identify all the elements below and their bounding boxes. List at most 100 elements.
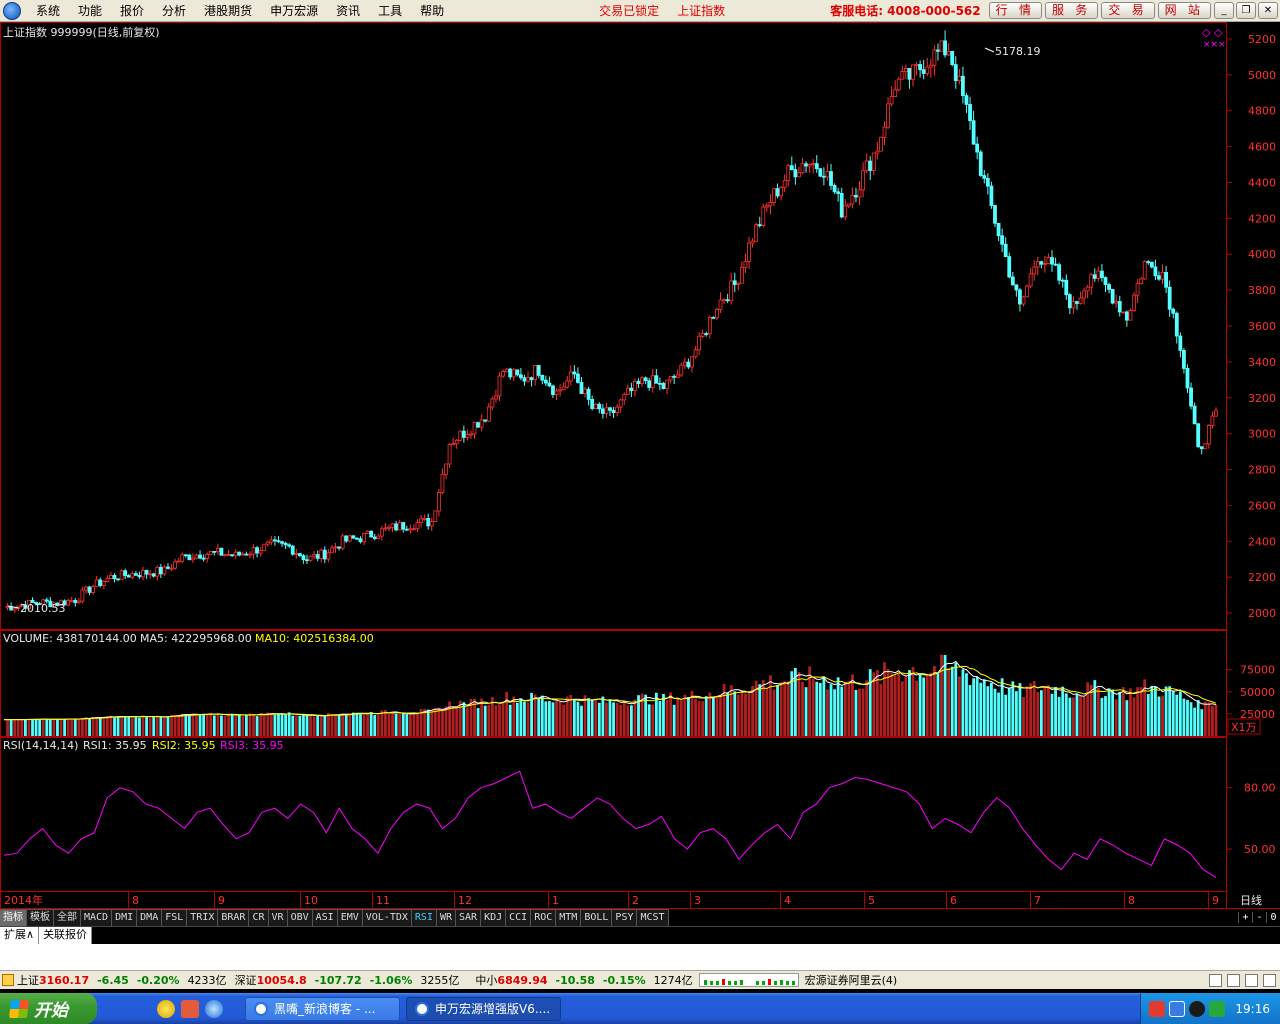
trade-button[interactable]: 交 易: [1101, 2, 1155, 19]
quicklaunch-media-icon[interactable]: [157, 999, 175, 1018]
candle-body: [483, 419, 488, 422]
candle-body: [365, 530, 370, 534]
volume-bar: [786, 681, 790, 736]
user-icon[interactable]: [1263, 973, 1276, 987]
indicator-tab-boll[interactable]: BOLL: [581, 909, 613, 926]
indicator-tab-rsi[interactable]: RSI: [411, 909, 437, 926]
menu-quote[interactable]: 报价: [111, 0, 153, 22]
indicator-tab-cr[interactable]: CR: [249, 909, 269, 926]
candle-body: [287, 544, 292, 547]
menu-news[interactable]: 资讯: [327, 0, 369, 22]
sh-name[interactable]: 上证: [17, 972, 39, 988]
security-icon[interactable]: [1189, 1000, 1206, 1017]
website-button[interactable]: 网 站: [1157, 2, 1211, 19]
menu-hk-futures[interactable]: 港股期货: [195, 0, 261, 22]
indicator-tab-dma[interactable]: DMA: [137, 909, 163, 926]
network-icon[interactable]: [1169, 1000, 1186, 1017]
volume-bar: [886, 668, 890, 736]
minimize-icon[interactable]: _: [1214, 2, 1234, 19]
volume-bar: [444, 706, 448, 736]
indicator-tab-kdj[interactable]: KDJ: [481, 909, 507, 926]
quicklaunch-browser-icon[interactable]: [205, 999, 223, 1018]
indicator-tab-mcst[interactable]: MCST: [637, 909, 669, 926]
zx-name[interactable]: 中小: [475, 972, 497, 988]
trade-locked-status[interactable]: 交易已锁定: [593, 2, 665, 19]
quicklaunch-desktop-icon[interactable]: [181, 999, 199, 1018]
volume-bar: [729, 685, 733, 736]
menu-analysis[interactable]: 分析: [153, 0, 195, 22]
indicator-tab-cci[interactable]: CCI: [506, 909, 532, 926]
indicator-tab-asi[interactable]: ASI: [312, 909, 338, 926]
tab-control-minus[interactable]: -: [1252, 912, 1266, 923]
volume-bar: [526, 702, 530, 736]
tab-control-zero[interactable]: 0: [1266, 912, 1280, 923]
indicator-tab-vr[interactable]: VR: [268, 909, 288, 926]
tab-control-plus[interactable]: +: [1238, 912, 1252, 923]
indicator-tab-wr[interactable]: WR: [436, 909, 457, 926]
menu-tools[interactable]: 工具: [369, 0, 411, 22]
task-trading-app[interactable]: 申万宏源增强版V6....: [406, 996, 561, 1021]
indicator-tab-指标[interactable]: 指标: [0, 909, 27, 926]
related-quote-tab[interactable]: 关联报价: [39, 927, 93, 944]
volume-bar: [412, 713, 416, 736]
menu-broker[interactable]: 申万宏源: [261, 0, 327, 22]
candle-body: [800, 163, 805, 174]
menu-function[interactable]: 功能: [69, 0, 111, 22]
current-index-status[interactable]: 上证指数: [671, 2, 731, 19]
close-icon[interactable]: ✕: [1258, 2, 1278, 19]
indicator-tab-fsl[interactable]: FSL: [162, 909, 188, 926]
task-browser[interactable]: 黑嘴_新浪博客 - ...: [245, 996, 400, 1021]
candle-body: [1042, 263, 1047, 265]
indicator-tab-全部[interactable]: 全部: [54, 909, 81, 926]
diamond-marker-icon[interactable]: ◇ ◇: [1202, 26, 1223, 39]
expand-tab[interactable]: 扩展∧: [0, 927, 40, 944]
market-button[interactable]: 行 情: [988, 2, 1042, 19]
candle-body: [797, 172, 801, 178]
menu-help[interactable]: 帮助: [411, 0, 453, 22]
broker-server[interactable]: 宏源证券阿里云(4): [805, 972, 898, 988]
indicator-tab-roc[interactable]: ROC: [531, 909, 557, 926]
indicator-tab-emv[interactable]: EMV: [337, 909, 363, 926]
volume-bar: [533, 694, 537, 736]
candle-body: [126, 575, 131, 578]
volume-bar: [63, 719, 66, 736]
indicator-tab-brar[interactable]: BRAR: [218, 909, 250, 926]
sz-name[interactable]: 深证: [235, 972, 257, 988]
keyboard-icon[interactable]: [1209, 973, 1222, 987]
candle-body: [850, 194, 855, 205]
volume-bar: [897, 673, 901, 736]
indicator-tab-macd[interactable]: MACD: [81, 909, 113, 926]
cross-marker-icon[interactable]: ×××: [1203, 40, 1226, 50]
service-button[interactable]: 服 务: [1044, 2, 1099, 19]
indicator-tab-mtm[interactable]: MTM: [556, 909, 582, 926]
indicator-tab-dmi[interactable]: DMI: [112, 909, 138, 926]
volume-tray-icon[interactable]: [1209, 1000, 1226, 1017]
indicator-tab-模板[interactable]: 模板: [27, 909, 54, 926]
clock[interactable]: 19:16: [1235, 1002, 1270, 1016]
ticker-menu-icon[interactable]: [2, 974, 14, 986]
candle-body: [761, 206, 766, 226]
indicator-tab-sar[interactable]: SAR: [456, 909, 482, 926]
indicator-tab-vol-tdx[interactable]: VOL-TDX: [362, 909, 412, 926]
candle-body: [636, 380, 641, 384]
chart-area[interactable]: 2000 2200 2400 2600 2800 3000 3200 3400 3600 3800…: [0, 22, 1280, 909]
period-label[interactable]: 日线: [1240, 893, 1262, 907]
candle-body: [276, 540, 281, 543]
sogou-ime-icon[interactable]: [1149, 1000, 1166, 1017]
volume-bar: [1154, 686, 1157, 736]
menu-system[interactable]: 系统: [27, 0, 69, 22]
candle-body: [896, 78, 901, 91]
chat-icon[interactable]: [1245, 973, 1258, 987]
volume-bar: [626, 705, 630, 736]
indicator-tab-obv[interactable]: OBV: [287, 909, 313, 926]
candle-body: [461, 430, 466, 438]
volume-bar: [316, 715, 320, 736]
volume-bar: [1043, 687, 1047, 736]
volume-bar: [191, 713, 195, 736]
alarm-icon[interactable]: [1227, 973, 1240, 987]
indicator-tab-trix[interactable]: TRIX: [187, 909, 219, 926]
start-button[interactable]: 开始: [0, 993, 97, 1024]
indicator-tab-psy[interactable]: PSY: [612, 909, 638, 926]
volume-bar: [330, 714, 334, 736]
restore-icon[interactable]: ❐: [1236, 2, 1256, 19]
